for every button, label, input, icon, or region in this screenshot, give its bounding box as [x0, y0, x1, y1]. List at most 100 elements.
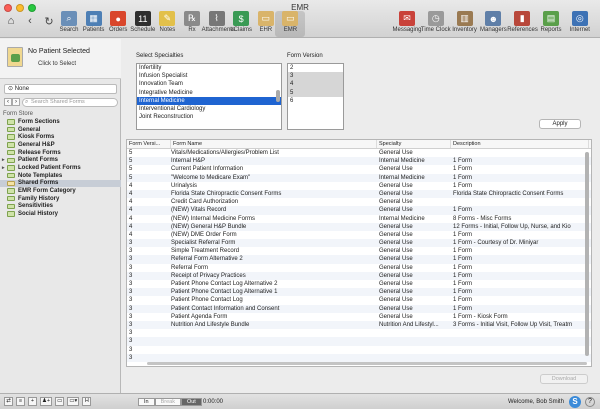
- specialty-option[interactable]: Joint Reconstruction: [137, 113, 281, 121]
- table-cell: 1 Form: [453, 158, 473, 165]
- toolbar-managers-button[interactable]: ☻ Managers: [478, 11, 508, 37]
- table-row[interactable]: 4 Credit Card Authorization General Use: [127, 198, 591, 206]
- table-cell: 4: [129, 190, 133, 197]
- toolbar-references-button[interactable]: ▮ References: [507, 11, 538, 37]
- form-version-list[interactable]: 23456: [287, 63, 344, 130]
- table-row[interactable]: 3 Patient Agenda Form General Use 1 Form - …: [127, 313, 591, 321]
- table-row[interactable]: 3 Receipt of Privacy Practices General Use…: [127, 271, 591, 280]
- specialty-option[interactable]: Interventional Cardiology: [137, 105, 281, 113]
- bottom-tool-icon[interactable]: +: [28, 397, 37, 406]
- filter-select[interactable]: ⊙ None: [4, 84, 117, 94]
- toolbar-label: References: [507, 27, 538, 33]
- table-row[interactable]: 4 Urinalysis General Use 1 Form: [127, 182, 591, 190]
- table-vertical-scrollbar[interactable]: [585, 152, 589, 356]
- tree-item[interactable]: Note Templates: [0, 172, 121, 180]
- table-row[interactable]: 3: [127, 337, 591, 346]
- table-row[interactable]: 3 Referral Form Alternative 2 General Use 1…: [127, 255, 591, 264]
- specialty-option[interactable]: Innovation Team: [137, 80, 281, 88]
- tree-item[interactable]: Sensitivities: [0, 203, 121, 211]
- form-version-option[interactable]: 2: [288, 64, 343, 72]
- toolbar-inventory-button[interactable]: ▥ Inventory: [450, 11, 480, 37]
- tree-item[interactable]: Kiosk Forms: [0, 133, 121, 141]
- clock-in-button[interactable]: In: [138, 398, 155, 406]
- table-cell: 5: [129, 158, 133, 165]
- search-shared-forms-input[interactable]: ⌕ Search Shared Forms: [22, 98, 118, 107]
- form-version-option[interactable]: 4: [288, 80, 343, 89]
- tree-item[interactable]: Shared Forms: [0, 179, 121, 188]
- home-icon[interactable]: ⌂: [5, 15, 17, 27]
- toolbar-messaging-button[interactable]: ✉ Messaging: [392, 11, 422, 37]
- user-s-icon[interactable]: S: [569, 396, 581, 408]
- table-cell: 1 Form - Kiosk Form: [453, 313, 508, 320]
- table-row[interactable]: 3 Patient Phone Contact Log Alternative 1…: [127, 288, 591, 297]
- specialty-option[interactable]: Infusion Specialist: [137, 72, 281, 80]
- table-row[interactable]: 3: [127, 329, 591, 337]
- toolbar-internet-button[interactable]: ◎ Internet: [565, 11, 595, 37]
- table-row[interactable]: 3 Nutrition And Lifestyle Bundle Nutrition…: [127, 320, 591, 330]
- specialties-scrollbar[interactable]: [276, 90, 280, 102]
- folder-icon: [7, 188, 15, 194]
- table-row[interactable]: 4 (NEW) DME Order Form General Use 1 Form: [127, 231, 591, 239]
- download-button[interactable]: Download: [540, 374, 588, 384]
- bottom-tool-icon[interactable]: ⇄: [4, 397, 13, 406]
- column-header[interactable]: Description: [451, 140, 589, 148]
- table-horizontal-scrollbar[interactable]: [147, 362, 587, 365]
- tree-item[interactable]: General H&P: [0, 141, 121, 149]
- specialty-option[interactable]: Internal Medicine: [137, 96, 281, 105]
- break-button[interactable]: Break: [154, 398, 181, 406]
- specialties-list[interactable]: Infertility Infusion Specialist Innovation…: [136, 63, 282, 130]
- bottom-tool-icon[interactable]: ≡: [16, 397, 25, 406]
- table-row[interactable]: 4 (NEW) Internal Medicine Forms Internal M…: [127, 215, 591, 223]
- tree-item[interactable]: General: [0, 126, 121, 134]
- table-row[interactable]: 5 Internal H&P Internal Medicine 1 Form: [127, 157, 591, 166]
- table-row[interactable]: 3: [127, 353, 591, 362]
- table-row[interactable]: 4 (NEW) General H&P Bundle General Use 12 F…: [127, 222, 591, 231]
- specialty-option[interactable]: Infertility: [137, 64, 281, 72]
- toggle-right-button[interactable]: ›: [12, 98, 20, 106]
- tree-item[interactable]: Release Forms: [0, 149, 121, 157]
- column-header[interactable]: Form Name: [171, 140, 377, 148]
- toggle-left-button[interactable]: ‹: [4, 98, 12, 106]
- table-row[interactable]: 3 Referral Form General Use 1 Form: [127, 264, 591, 272]
- table-cell: "Welcome to Medicare Exam": [171, 174, 251, 181]
- toolbar-reports-button[interactable]: ▤ Reports: [536, 11, 566, 37]
- back-icon[interactable]: ‹: [24, 15, 36, 27]
- bottom-tool-icon[interactable]: ♟+: [40, 397, 53, 406]
- tree-item[interactable]: Family History: [0, 195, 121, 203]
- tree-item-label: Note Templates: [18, 172, 63, 179]
- table-row[interactable]: 3 Patient Phone Contact Log General Use 1 F…: [127, 296, 591, 304]
- table-cell: 1 Form: [453, 207, 473, 214]
- form-version-label: Form Version: [287, 53, 323, 59]
- table-row[interactable]: 5 Vitals/Medications/Allergies/Problem Li…: [127, 149, 591, 157]
- table-row[interactable]: 3 Simple Treatment Record General Use 1 For…: [127, 247, 591, 255]
- table-row[interactable]: 4 Florida State Chiropractic Consent Form…: [127, 189, 591, 199]
- clock-out-button[interactable]: Out: [180, 398, 202, 406]
- tree-item[interactable]: Social History: [0, 210, 121, 218]
- form-version-option[interactable]: 6: [288, 97, 343, 105]
- specialty-option[interactable]: Integrative Medicine: [137, 89, 281, 97]
- tree-item[interactable]: ▸ Patient Forms: [0, 156, 121, 164]
- bottom-tool-icon[interactable]: ▭▾: [67, 397, 80, 406]
- table-row[interactable]: 3: [127, 346, 591, 354]
- table-row[interactable]: 5 Current Patient Information General Use 1…: [127, 165, 591, 173]
- tree-item[interactable]: EMR Form Category: [0, 187, 121, 195]
- table-row[interactable]: 3 Patient Contact Information and Consent…: [127, 304, 591, 313]
- tree-item[interactable]: ▸ Locked Patient Forms: [0, 164, 121, 172]
- table-row[interactable]: 4 (NEW) Vitals Record General Use 1 Form: [127, 206, 591, 215]
- column-header[interactable]: Form Versi...: [127, 140, 171, 148]
- table-cell: 1 Form: [453, 231, 473, 238]
- form-version-option[interactable]: 5: [288, 88, 343, 97]
- column-header[interactable]: Specialty: [377, 140, 451, 148]
- toolbar-time-clock-button[interactable]: ◷ Time Clock: [421, 11, 451, 37]
- apply-button[interactable]: Apply: [539, 119, 581, 129]
- table-row[interactable]: 3 Specialist Referral Form General Use 1 Fo…: [127, 239, 591, 248]
- bottom-tool-icon[interactable]: H: [82, 397, 92, 406]
- toolbar-emr-button[interactable]: ▭ EMR: [275, 11, 306, 37]
- patient-selector[interactable]: No Patient Selected Click to Select: [0, 39, 121, 79]
- form-version-option[interactable]: 3: [288, 72, 343, 81]
- bottom-tool-icon[interactable]: ▭: [55, 397, 65, 406]
- tree-item[interactable]: Form Sections: [0, 118, 121, 126]
- help-icon[interactable]: ?: [585, 397, 595, 407]
- table-row[interactable]: 3 Patient Phone Contact Log Alternative 2…: [127, 280, 591, 288]
- table-row[interactable]: 5 "Welcome to Medicare Exam" Internal Medi…: [127, 173, 591, 182]
